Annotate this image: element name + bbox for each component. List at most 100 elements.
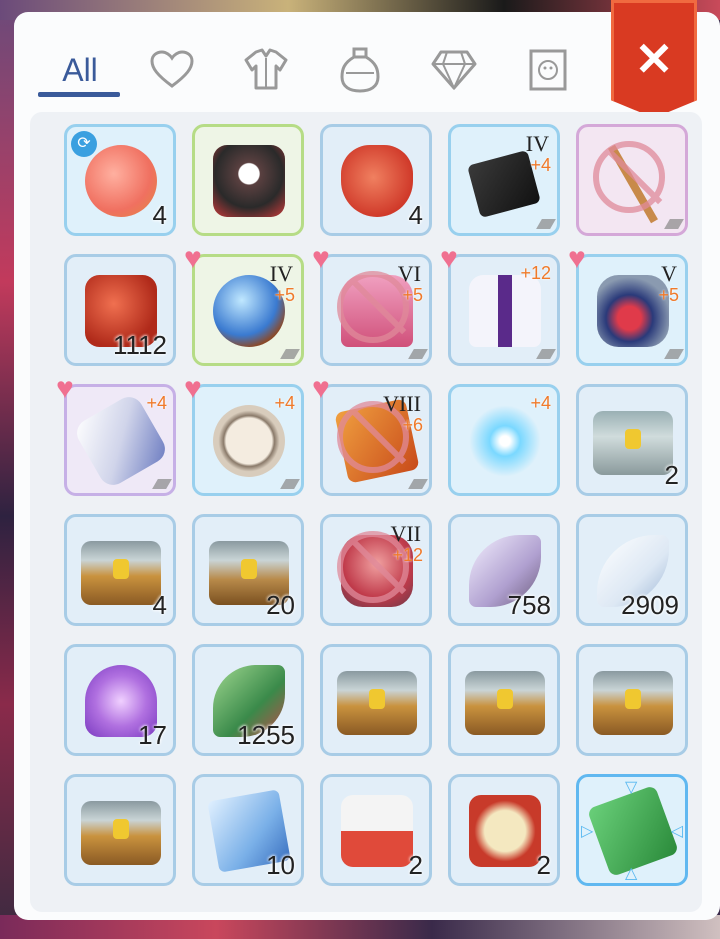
chest-art [465,671,545,735]
item-slot-gloves[interactable]: +4 [64,384,176,496]
item-slot-gold-chest[interactable] [320,644,432,756]
tab-cards[interactable] [508,40,588,100]
cape-art [469,275,541,347]
tab-equipment[interactable] [226,40,306,100]
item-refine: +5 [274,285,295,305]
item-refine: +4 [274,393,295,413]
item-refine: +4 [530,155,551,175]
item-slot-wings[interactable]: +4 [448,384,560,496]
item-count: 17 [138,720,167,750]
item-slot-purple-wings[interactable]: 17 [64,644,176,756]
item-refine: +12 [520,263,551,283]
item-slot-book[interactable]: IV +4 [448,124,560,236]
heart-organ-art [341,145,413,217]
item-rank: VIII [383,391,421,416]
item-refine: +12 [392,545,423,565]
close-icon: ✕ [634,33,674,85]
item-slot-crystals[interactable]: 1112 [64,254,176,366]
equip-corner-icon [664,349,684,359]
item-slot-fruit[interactable]: ⟳ 4 [64,124,176,236]
favorite-heart-icon: ♥ [184,242,202,275]
food-box-art [469,795,541,867]
item-slot-orb[interactable]: IV +5 [192,254,304,366]
item-slot-silver-chest[interactable]: 20 [192,514,304,626]
item-slot-moth-wing[interactable]: 758 [448,514,560,626]
equip-corner-icon [536,349,556,359]
favorite-heart-icon: ♥ [312,372,330,405]
item-count: 758 [507,590,551,620]
item-count: 2 [536,850,551,880]
item-count: 2 [408,850,423,880]
equip-corner-icon [408,349,428,359]
item-slot-food-box[interactable]: 2 [448,774,560,886]
item-slot-blue-card[interactable]: 10 [192,774,304,886]
tab-consumables[interactable] [320,40,400,100]
chest-art [81,801,161,865]
favorite-heart-icon: ♥ [184,372,202,405]
item-rank: IV [269,261,293,286]
item-refine: +5 [402,285,423,305]
equip-corner-icon [664,219,684,229]
item-count: 4 [408,200,423,230]
card-icon [529,49,567,91]
tab-all[interactable]: All [40,40,120,100]
item-slot-leaf[interactable]: 1255 [192,644,304,756]
favorite-heart-icon: ♥ [56,372,74,405]
selection-arrow-icon: ◁ [670,823,683,840]
equip-corner-icon [408,479,428,489]
item-rank: VI [397,261,421,286]
wings-art [469,405,541,477]
ring-icon: ⟳ [71,131,97,157]
item-slot-red-armor[interactable]: VII +12 [320,514,432,626]
close-button[interactable]: ✕ [611,0,697,118]
item-slot-watch[interactable]: +4 [192,384,304,496]
gem-icon [431,50,477,90]
item-slot-orange-book[interactable]: VIII +6 [320,384,432,496]
item-count: 4 [152,590,167,620]
item-count: 4 [152,200,167,230]
tab-favorites[interactable] [132,40,212,100]
item-count: 2909 [621,590,679,620]
equip-corner-icon [536,219,556,229]
tab-active-indicator [38,92,120,97]
item-count: 2 [664,460,679,490]
item-slot-green-book[interactable]: ▽ △ ▷ ◁ [576,774,688,886]
item-slot-white-feather[interactable]: 2909 [576,514,688,626]
item-slot-gold-chest[interactable]: 4 [64,514,176,626]
item-slot-gold-chest[interactable] [64,774,176,886]
item-refine: +5 [658,285,679,305]
item-slot-robe[interactable]: VI +5 [320,254,432,366]
item-count: 10 [266,850,295,880]
item-rank: IV [525,131,549,156]
item-count: 1255 [237,720,295,750]
tab-all-label: All [62,51,98,88]
armor-icon [244,48,288,90]
item-count: 20 [266,590,295,620]
item-slot-heart[interactable]: 4 [320,124,432,236]
item-slot-cape[interactable]: +12 [448,254,560,366]
favorite-heart-icon: ♥ [440,242,458,275]
chest-art [593,411,673,475]
item-slot-silver-chest[interactable]: 2 [576,384,688,496]
item-slot-staff[interactable] [576,124,688,236]
item-slot-boar[interactable] [192,124,304,236]
item-rank: V [661,261,677,286]
item-slot-gold-chest[interactable] [576,644,688,756]
favorite-heart-icon: ♥ [568,242,586,275]
fruit-art [85,145,157,217]
tab-materials[interactable] [414,40,494,100]
inventory-grid: ⟳ 4 4 IV +4 1112 IV +5 VI +5 +12 V +5 +4… [30,112,702,912]
inventory-panel: All ✕ ⟳ 4 4 IV +4 1112 IV +5 VI +5 +12 V… [14,0,720,920]
equip-corner-icon [280,479,300,489]
medkit-art [341,795,413,867]
item-slot-medkit[interactable]: 2 [320,774,432,886]
favorite-heart-icon: ♥ [312,242,330,275]
potion-icon [340,47,380,93]
item-refine: +6 [402,415,423,435]
unusable-icon [593,141,665,213]
item-slot-boots[interactable]: V +5 [576,254,688,366]
watch-art [213,405,285,477]
boar-art [213,145,285,217]
item-slot-gold-chest[interactable] [448,644,560,756]
item-refine: +4 [146,393,167,413]
